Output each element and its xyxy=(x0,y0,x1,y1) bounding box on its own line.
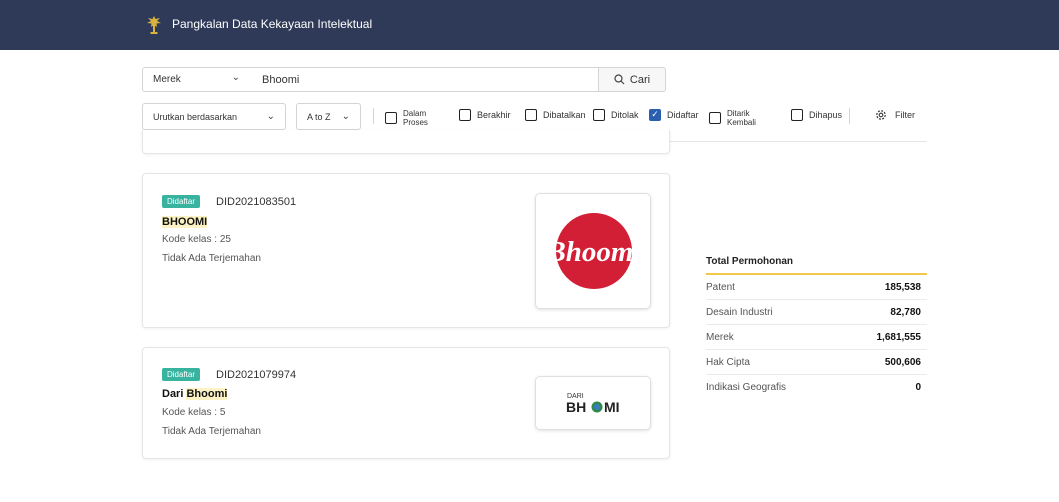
checkbox-box[interactable] xyxy=(593,109,605,121)
checkbox-box[interactable] xyxy=(525,109,537,121)
gear-icon xyxy=(876,110,886,120)
filter-button[interactable]: Filter xyxy=(875,109,915,121)
checkbox-label: Dibatalkan xyxy=(543,110,586,120)
status-badge: Didaftar xyxy=(162,195,201,208)
stat-row-patent: Patent 185,538 xyxy=(706,275,927,300)
chevron-down-icon: ⌄ xyxy=(231,72,240,83)
status-badge: Didaftar xyxy=(162,368,201,381)
translation-text: Tidak Ada Terjemahan xyxy=(162,253,261,264)
sort-select[interactable]: Urutkan berdasarkan ⌄ xyxy=(142,103,286,130)
class-code: Kode kelas : 5 xyxy=(162,407,226,418)
search-input[interactable] xyxy=(252,67,599,92)
app-title[interactable]: Pangkalan Data Kekayaan Intelektual xyxy=(172,17,372,31)
checkbox-label: Berakhir xyxy=(477,110,511,120)
checkbox-box[interactable] xyxy=(385,112,397,124)
translation-text: Tidak Ada Terjemahan xyxy=(162,426,261,437)
checkbox-label: Ditolak xyxy=(611,110,639,120)
dari-bhoomi-logo: DARI BH MI xyxy=(566,393,620,415)
checkbox-label: Dalam Proses xyxy=(403,109,428,127)
stats-title: Total Permohonan xyxy=(706,247,927,275)
garuda-logo-icon xyxy=(147,16,161,34)
checkbox-box[interactable] xyxy=(791,109,803,121)
class-code: Kode kelas : 25 xyxy=(162,234,231,245)
trademark-image[interactable]: Bhoomi xyxy=(535,193,651,309)
stat-row-indikasi-geografis: Indikasi Geografis 0 xyxy=(706,382,921,393)
checkbox-dalam-proses[interactable]: Dalam Proses xyxy=(385,109,428,127)
application-number[interactable]: DID2021079974 xyxy=(216,369,296,381)
search-type-select[interactable]: Merek ⌄ xyxy=(142,67,253,92)
svg-text:MI: MI xyxy=(604,399,620,415)
checkbox-didaftar[interactable]: ✓ Didaftar xyxy=(649,109,699,121)
result-card[interactable]: Didaftar DID2021079974 Dari Bhoomi Kode … xyxy=(142,347,670,459)
filter-bar: Urutkan berdasarkan ⌄ A to Z ⌄ Dalam Pros… xyxy=(142,103,932,131)
checkbox-label: Ditarik Kembali xyxy=(727,109,756,127)
sort-select-label: Urutkan berdasarkan xyxy=(153,112,238,122)
chevron-down-icon: ⌄ xyxy=(266,111,275,122)
total-applications-panel: Total Permohonan Patent 185,538 Desain In… xyxy=(706,247,927,400)
order-select[interactable]: A to Z ⌄ xyxy=(296,103,361,130)
application-number[interactable]: DID2021083501 xyxy=(216,196,296,208)
chevron-down-icon: ⌄ xyxy=(341,111,350,122)
divider xyxy=(373,108,374,124)
stat-row-desain-industri: Desain Industri 82,780 xyxy=(706,300,927,325)
search-button[interactable]: Cari xyxy=(598,67,666,92)
result-card[interactable] xyxy=(142,130,670,154)
order-select-label: A to Z xyxy=(307,112,331,122)
checkbox-box[interactable] xyxy=(709,112,721,124)
top-bar: Pangkalan Data Kekayaan Intelektual xyxy=(0,0,1059,50)
search-icon xyxy=(614,74,625,85)
checkbox-berakhir[interactable]: Berakhir xyxy=(459,109,511,121)
filter-button-label: Filter xyxy=(895,110,915,120)
svg-text:Bhoomi: Bhoomi xyxy=(545,236,641,268)
brand-name[interactable]: BHOOMI xyxy=(162,216,208,228)
checkbox-box[interactable] xyxy=(459,109,471,121)
checkbox-dihapus[interactable]: Dihapus xyxy=(791,109,842,121)
checkbox-label: Didaftar xyxy=(667,110,699,120)
search-button-label: Cari xyxy=(629,73,651,86)
bhoomi-logo: Bhoomi xyxy=(545,213,642,289)
result-card[interactable]: Didaftar DID2021083501 BHOOMI Kode kelas… xyxy=(142,173,670,328)
checkbox-dibatalkan[interactable]: Dibatalkan xyxy=(525,109,586,121)
brand-name[interactable]: Dari Bhoomi xyxy=(162,388,228,400)
svg-text:BH: BH xyxy=(566,399,586,415)
checkbox-ditarik-kembali[interactable]: Ditarik Kembali xyxy=(709,109,756,127)
divider xyxy=(849,108,850,124)
trademark-image[interactable]: DARI BH MI xyxy=(535,376,651,430)
checkbox-ditolak[interactable]: Ditolak xyxy=(593,109,639,121)
stat-row-merek: Merek 1,681,555 xyxy=(706,325,927,350)
check-icon[interactable]: ✓ xyxy=(649,109,661,121)
search-type-value: Merek xyxy=(153,74,181,85)
stat-row-hak-cipta: Hak Cipta 500,606 xyxy=(706,350,927,375)
checkbox-label: Dihapus xyxy=(809,110,843,120)
